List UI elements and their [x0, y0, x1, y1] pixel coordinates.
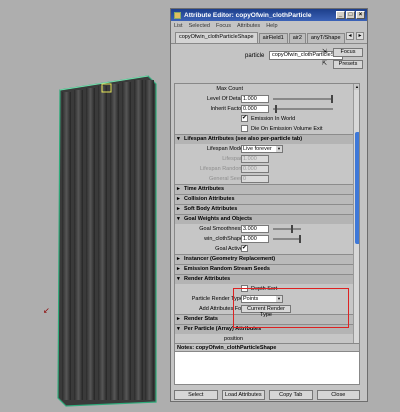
node-tabs: copyOfwin_clothParticleShape airField1 a… — [171, 31, 367, 43]
axis-marker: ↙ — [43, 306, 50, 315]
lod-slider[interactable] — [273, 95, 333, 103]
emission-world-row: ✔ Emission In World — [175, 114, 359, 124]
input-connections-icon[interactable]: ⇲ — [320, 48, 329, 56]
title-bar: Attribute Editor: copyOfwin_clothParticl… — [171, 9, 367, 21]
app-icon — [174, 11, 181, 19]
node-name-area: particle copyOfwin_clothParticleShape ⇲ … — [171, 43, 367, 73]
node-type-label: particle — [245, 53, 265, 59]
section-lifespan[interactable]: ▾ Lifespan Attributes (see also per-parti… — [175, 134, 359, 144]
max-count-label: Max Count — [216, 86, 243, 92]
window-title: Attribute Editor: copyOfwin_clothParticl… — [184, 11, 312, 19]
emission-world-checkbox[interactable]: ✔ — [241, 115, 248, 122]
emission-world-label: Emission In World — [251, 116, 296, 122]
tab-airfield1[interactable]: airField1 — [258, 33, 288, 43]
section-emission-random[interactable]: ▸ Emission Random Stream Seeds — [175, 264, 359, 274]
section-instancer[interactable]: ▸ Instancer (Geometry Replacement) — [175, 254, 359, 264]
node-name-field[interactable]: copyOfwin_clothParticleShape — [269, 51, 347, 60]
goal-shape-row: win_clothShape 1.000 — [175, 234, 359, 244]
lod-label: Level Of Detail — [206, 96, 243, 102]
lifespan-mode-row: Lifespan Mode Live forever ▼ — [175, 144, 359, 154]
goal-shape-field[interactable]: 1.000 — [241, 235, 269, 243]
attribute-scroll-pane[interactable]: Max Count Level Of Detail 1.000 Inherit … — [174, 83, 360, 349]
maximize-icon[interactable]: □ — [346, 11, 355, 19]
goal-smoothness-field[interactable]: 3.000 — [241, 225, 269, 233]
tab-anyt-shape[interactable]: anyT/Shape — [306, 33, 345, 43]
cloth-mesh[interactable] — [56, 72, 160, 408]
tab-left-icon[interactable]: ◂ — [346, 32, 354, 40]
scroll-thumb[interactable] — [355, 132, 359, 244]
goal-smoothness-row: Goal Smoothness 3.000 — [175, 224, 359, 234]
highlight-box — [233, 288, 349, 328]
attribute-editor-window: Attribute Editor: copyOfwin_clothParticl… — [170, 8, 368, 402]
general-seed-field: 0 — [241, 175, 269, 183]
output-connections-icon[interactable]: ⇱ — [320, 60, 329, 68]
lifespan-random-row: Lifespan Random 0.000 — [175, 164, 359, 174]
close-button[interactable]: Close — [316, 390, 360, 400]
section-collision[interactable]: ▸ Collision Attributes — [175, 194, 359, 204]
vertical-scrollbar[interactable]: ▲ ▼ — [353, 84, 359, 348]
select-button[interactable]: Select — [174, 390, 218, 400]
section-render[interactable]: ▾ Render Attributes — [175, 274, 359, 284]
lifespan-row: Lifespan 1.000 — [175, 154, 359, 164]
inherit-field[interactable]: 0.000 — [241, 105, 269, 113]
notes-header: Notes: copyOfwin_clothParticleShape — [175, 344, 359, 352]
goal-shape-label: win_clothShape — [204, 236, 243, 242]
lifespan-mode-label: Lifespan Mode — [206, 146, 243, 152]
menu-focus[interactable]: Focus — [216, 23, 231, 29]
lifespan-mode-select[interactable]: Live forever ▼ — [241, 145, 283, 153]
goal-smoothness-label: Goal Smoothness — [199, 226, 243, 232]
general-seed-row: General Seed 0 — [175, 174, 359, 184]
inherit-slider[interactable] — [273, 105, 333, 113]
presets-button[interactable]: Presets — [333, 60, 363, 69]
tab-air2[interactable]: air2 — [288, 33, 306, 43]
load-attributes-button[interactable]: Load Attributes — [221, 390, 265, 400]
lifespan-random-field: 0.000 — [241, 165, 269, 173]
die-emission-label: Die On Emission Volume Exit — [251, 126, 323, 132]
die-emission-checkbox[interactable] — [241, 125, 248, 132]
chevron-down-icon: ▼ — [276, 146, 282, 152]
scroll-up-icon[interactable]: ▲ — [354, 84, 359, 90]
die-emission-row: Die On Emission Volume Exit — [175, 124, 359, 134]
lod-row: Level Of Detail 1.000 — [175, 94, 359, 104]
focus-button[interactable]: Focus — [333, 48, 363, 57]
tab-particle-shape[interactable]: copyOfwin_clothParticleShape — [175, 32, 258, 43]
lifespan-random-label: Lifespan Random — [199, 166, 243, 172]
menu-help[interactable]: Help — [266, 23, 277, 29]
lod-field[interactable]: 1.000 — [241, 95, 269, 103]
menu-list[interactable]: List — [174, 23, 183, 29]
notes-panel[interactable]: Notes: copyOfwin_clothParticleShape — [174, 343, 360, 385]
goal-active-checkbox[interactable]: ✔ — [241, 245, 248, 252]
lifespan-field: 1.000 — [241, 155, 269, 163]
position-label: position — [224, 336, 243, 342]
section-soft-body[interactable]: ▸ Soft Body Attributes — [175, 204, 359, 214]
tab-right-icon[interactable]: ▸ — [356, 32, 364, 40]
goal-active-label: Goal Active — [215, 246, 243, 252]
goal-active-row: Goal Active ✔ — [175, 244, 359, 254]
close-icon[interactable]: × — [356, 11, 365, 19]
copy-tab-button[interactable]: Copy Tab — [269, 390, 313, 400]
bottom-button-bar: Select Load Attributes Copy Tab Close — [174, 390, 360, 400]
section-time[interactable]: ▸ Time Attributes — [175, 184, 359, 194]
general-seed-label: General Seed — [209, 176, 243, 182]
menu-bar: List Selected Focus Attributes Help — [171, 21, 367, 30]
max-count-row: Max Count — [175, 84, 359, 94]
menu-selected[interactable]: Selected — [189, 23, 210, 29]
goal-shape-slider[interactable] — [273, 235, 301, 243]
goal-smoothness-slider[interactable] — [273, 225, 301, 233]
lifespan-label: Lifespan — [222, 156, 243, 162]
inherit-label: Inherit Factor — [210, 106, 243, 112]
menu-attributes[interactable]: Attributes — [237, 23, 260, 29]
minimize-icon[interactable]: _ — [336, 11, 345, 19]
inherit-row: Inherit Factor 0.000 — [175, 104, 359, 114]
section-goal[interactable]: ▾ Goal Weights and Objects — [175, 214, 359, 224]
